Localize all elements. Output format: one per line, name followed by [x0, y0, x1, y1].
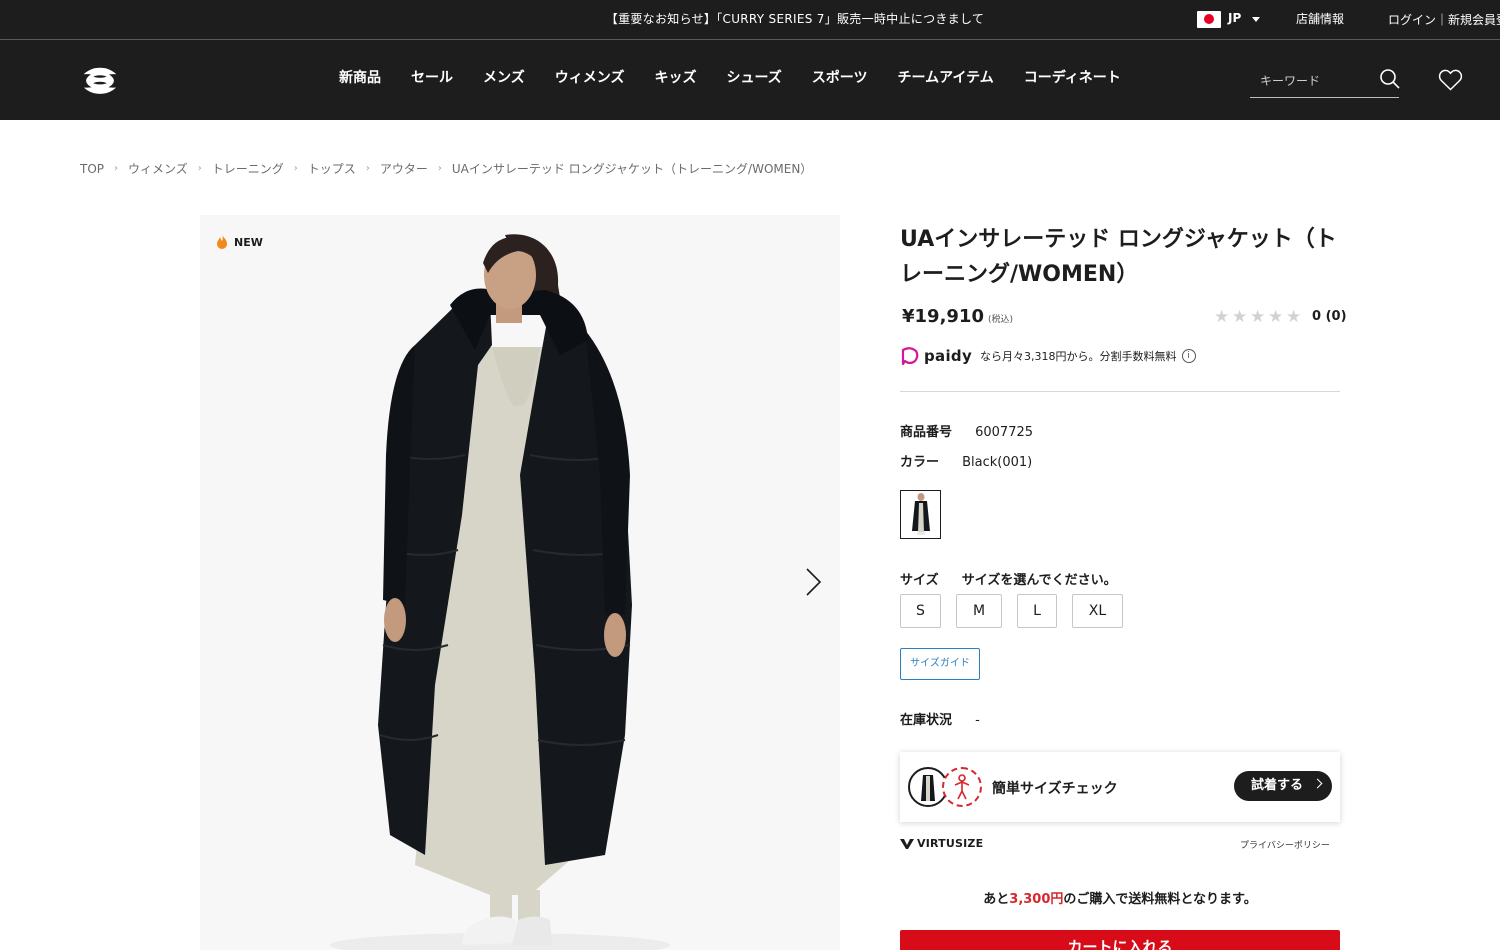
breadcrumb: TOP › ウィメンズ › トレーニング › トップス › アウター › UAイ…	[80, 160, 812, 177]
star-icon: ★	[1286, 307, 1302, 327]
product-photo[interactable]	[200, 215, 840, 950]
search-input[interactable]	[1250, 70, 1368, 92]
free-shipping-note: あと3,300円のご購入で送料無料となります。	[900, 888, 1340, 907]
add-to-cart-button[interactable]: カートに入れる	[900, 930, 1340, 950]
chevron-right-icon: ›	[437, 163, 442, 174]
nav-item-mens[interactable]: メンズ	[483, 67, 525, 87]
nav-item-coordinate[interactable]: コーディネート	[1024, 67, 1121, 87]
nav-menu: 新商品 セール メンズ ウィメンズ キッズ シューズ スポーツ チームアイテム …	[339, 67, 1151, 87]
new-badge: NEW	[215, 234, 263, 250]
virtusize-wordmark: VIRTUSIZE	[917, 837, 984, 850]
main-navigation: 新商品 セール メンズ ウィメンズ キッズ シューズ スポーツ チームアイテム …	[0, 40, 1500, 120]
sku-row: 商品番号 6007725	[900, 421, 1033, 440]
nav-item-shoes[interactable]: シューズ	[726, 67, 781, 87]
chevron-right-icon: ›	[365, 163, 370, 174]
paidy-logo-icon	[901, 347, 919, 366]
breadcrumb-womens[interactable]: ウィメンズ	[128, 160, 188, 177]
new-badge-label: NEW	[234, 235, 263, 249]
privacy-policy-link[interactable]: プライバシーポリシー	[1240, 838, 1330, 851]
nav-item-sale[interactable]: セール	[411, 67, 453, 87]
nav-item-womens[interactable]: ウィメンズ	[555, 67, 625, 87]
sku-value: 6007725	[975, 425, 1034, 440]
paidy-wordmark: paidy	[924, 347, 973, 365]
color-value: Black(001)	[962, 455, 1033, 470]
size-button-l[interactable]: L	[1017, 594, 1057, 628]
body-measure-icon	[942, 767, 982, 807]
product-title: UAインサレーテッド ロングジャケット（トレーニング/WOMEN）	[900, 227, 1337, 287]
size-label: サイズ	[900, 573, 939, 588]
nav-item-sports[interactable]: スポーツ	[812, 67, 868, 87]
size-options: S M L XL	[900, 594, 1138, 628]
breadcrumb-outer[interactable]: アウター	[380, 160, 428, 177]
virtusize-widget: 簡単サイズチェック 試着する	[900, 752, 1340, 822]
size-row: サイズ サイズを選んでください。	[900, 569, 1117, 588]
divider	[900, 391, 1340, 392]
color-label: カラー	[900, 455, 940, 470]
review-score: 0	[1312, 309, 1322, 324]
swatch-thumbnail	[912, 493, 930, 535]
heart-icon[interactable]	[1438, 68, 1463, 92]
price-value: ¥19,910	[902, 306, 984, 327]
breadcrumb-tops[interactable]: トップス	[308, 160, 356, 177]
star-icon: ★	[1214, 307, 1230, 327]
nav-item-new[interactable]: 新商品	[339, 67, 381, 87]
stock-label: 在庫状況	[900, 713, 953, 728]
stock-value: -	[975, 713, 980, 728]
size-button-s[interactable]: S	[900, 594, 941, 628]
breadcrumb-top[interactable]: TOP	[80, 162, 104, 176]
chevron-right-icon: ›	[293, 163, 298, 174]
chevron-right-icon: ›	[114, 163, 119, 174]
star-icon: ★	[1268, 307, 1284, 327]
info-icon[interactable]: i	[1181, 349, 1196, 363]
shipping-amount: 3,300円	[1009, 892, 1064, 907]
size-button-xl[interactable]: XL	[1072, 594, 1123, 628]
caret-down-icon[interactable]	[1252, 17, 1260, 22]
sku-label: 商品番号	[900, 425, 953, 440]
review-total: (0)	[1325, 309, 1347, 324]
search-box	[1250, 64, 1401, 98]
breadcrumb-training[interactable]: トレーニング	[212, 160, 284, 177]
announcement-link[interactable]: 【重要なお知らせ】「CURRY SERIES 7」販売一時中止につきまして	[0, 10, 1500, 27]
virtusize-mark-icon	[900, 838, 914, 849]
search-icon[interactable]	[1379, 68, 1401, 90]
stock-row: 在庫状況 -	[900, 709, 980, 728]
review-count[interactable]: 0 (0)	[1312, 309, 1347, 324]
chevron-right-icon: ›	[197, 163, 202, 174]
language-selector[interactable]: JP	[1228, 11, 1241, 25]
size-guide-button[interactable]: サイズガイド	[900, 648, 980, 680]
nav-item-kids[interactable]: キッズ	[654, 67, 696, 87]
breadcrumb-current: UAインサレーテッド ロングジャケット（トレーニング/WOMEN）	[451, 162, 813, 176]
rating-stars[interactable]: ★ ★ ★ ★ ★	[1214, 309, 1304, 326]
product-price: ¥19,910 (税込)	[902, 306, 1013, 327]
paidy-text: なら月々3,318円から。分割手数料無料	[980, 350, 1177, 363]
chevron-right-icon	[1312, 778, 1323, 789]
japan-flag-icon[interactable]	[1197, 11, 1221, 28]
size-prompt: サイズを選んでください。	[961, 573, 1117, 588]
chevron-right-icon[interactable]	[800, 566, 826, 598]
flame-icon	[217, 235, 227, 249]
virtusize-logo: VIRTUSIZE	[900, 837, 983, 850]
size-button-m[interactable]: M	[956, 594, 1002, 628]
under-armour-logo-icon[interactable]	[78, 66, 122, 94]
shipping-suffix: のご購入で送料無料となります。	[1063, 892, 1257, 907]
store-info-link[interactable]: 店舗情報	[1296, 10, 1344, 27]
color-swatch-black[interactable]	[900, 490, 941, 539]
price-tax-note: (税込)	[987, 315, 1014, 325]
nav-item-team-items[interactable]: チームアイテム	[898, 67, 994, 87]
login-register-link[interactable]: ログイン｜新規会員登	[1388, 11, 1500, 28]
star-icon: ★	[1250, 307, 1266, 327]
virtusize-text: 簡単サイズチェック	[992, 781, 1118, 797]
try-on-label: 試着する	[1251, 778, 1304, 793]
color-row: カラー Black(001)	[900, 451, 1032, 470]
try-on-button[interactable]: 試着する	[1234, 771, 1332, 801]
announcement-bar: 【重要なお知らせ】「CURRY SERIES 7」販売一時中止につきまして JP…	[0, 0, 1500, 40]
shipping-prefix: あと	[983, 892, 1010, 907]
paidy-banner: paidy なら月々3,318円から。分割手数料無料 i	[900, 346, 1196, 366]
star-icon: ★	[1232, 307, 1248, 327]
